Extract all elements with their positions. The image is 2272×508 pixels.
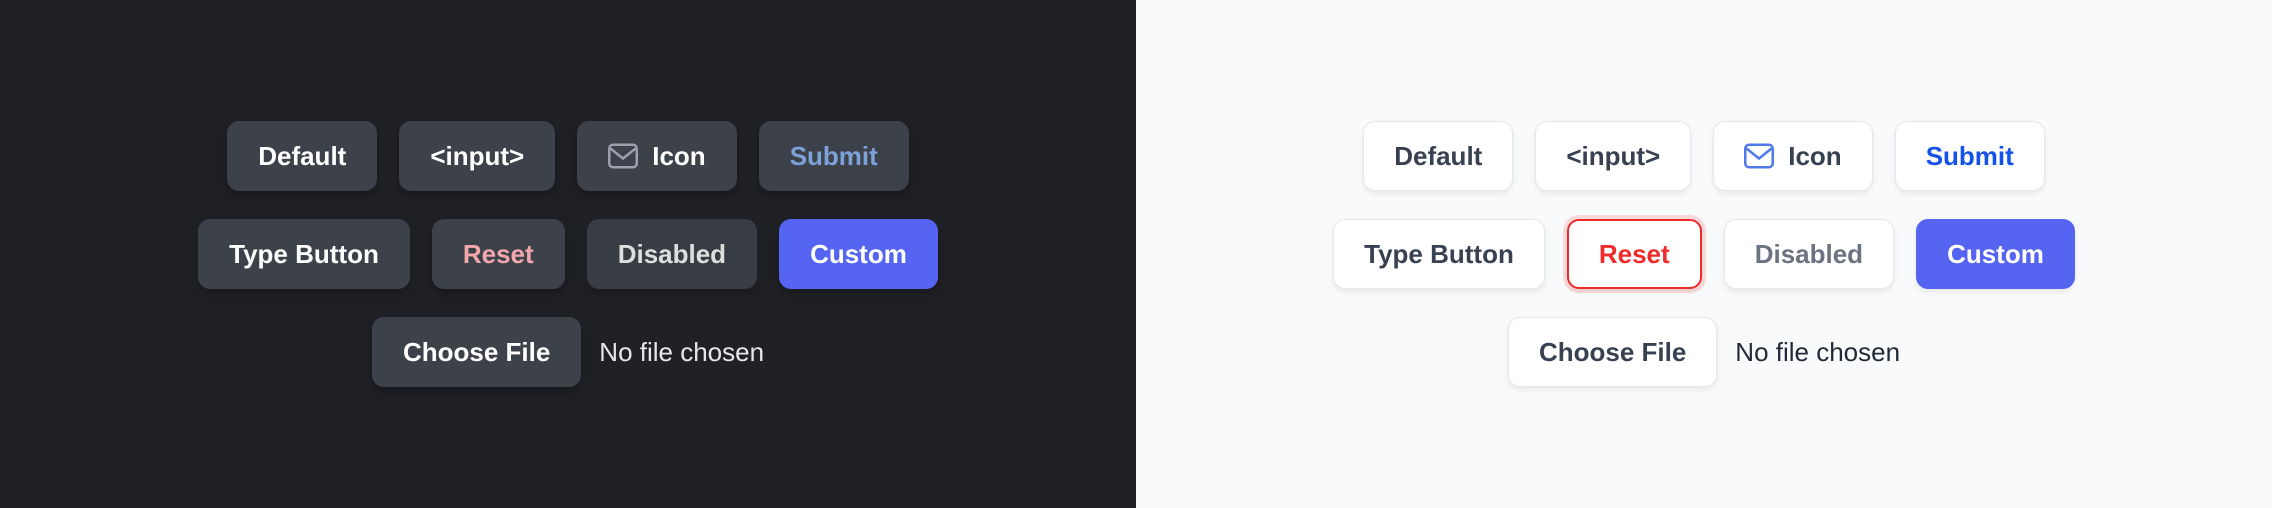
- button-row-1: Default <input> Icon Submit: [1186, 121, 2222, 191]
- type-button[interactable]: Type Button: [198, 219, 410, 289]
- reset-button[interactable]: Reset: [432, 219, 565, 289]
- icon-button-label: Icon: [652, 141, 705, 172]
- button-row-2: Type Button Reset Disabled Custom: [1186, 219, 2222, 289]
- button-row-2: Type Button Reset Disabled Custom: [50, 219, 1086, 289]
- default-button[interactable]: Default: [227, 121, 377, 191]
- default-button[interactable]: Default: [1363, 121, 1513, 191]
- icon-button[interactable]: Icon: [577, 121, 736, 191]
- button-row-3: Choose File No file chosen: [1186, 317, 2222, 387]
- reset-button[interactable]: Reset: [1567, 219, 1702, 289]
- submit-button[interactable]: Submit: [1895, 121, 2045, 191]
- light-theme-panel: Default <input> Icon Submit Type Button …: [1136, 0, 2272, 508]
- choose-file-button[interactable]: Choose File: [372, 317, 581, 387]
- disabled-button: Disabled: [1724, 219, 1894, 289]
- button-row-1: Default <input> Icon Submit: [50, 121, 1086, 191]
- type-button[interactable]: Type Button: [1333, 219, 1545, 289]
- mail-icon: [608, 143, 638, 169]
- dark-theme-panel: Default <input> Icon Submit Type Button …: [0, 0, 1136, 508]
- input-element-button[interactable]: <input>: [399, 121, 555, 191]
- file-status-text: No file chosen: [599, 337, 764, 368]
- input-element-button[interactable]: <input>: [1535, 121, 1691, 191]
- choose-file-button[interactable]: Choose File: [1508, 317, 1717, 387]
- icon-button-label: Icon: [1788, 141, 1841, 172]
- mail-icon: [1744, 143, 1774, 169]
- disabled-button: Disabled: [587, 219, 757, 289]
- file-input-group: Choose File No file chosen: [372, 317, 764, 387]
- icon-button[interactable]: Icon: [1713, 121, 1872, 191]
- file-input-group: Choose File No file chosen: [1508, 317, 1900, 387]
- submit-button[interactable]: Submit: [759, 121, 909, 191]
- custom-button[interactable]: Custom: [1916, 219, 2075, 289]
- button-row-3: Choose File No file chosen: [50, 317, 1086, 387]
- custom-button[interactable]: Custom: [779, 219, 938, 289]
- file-status-text: No file chosen: [1735, 337, 1900, 368]
